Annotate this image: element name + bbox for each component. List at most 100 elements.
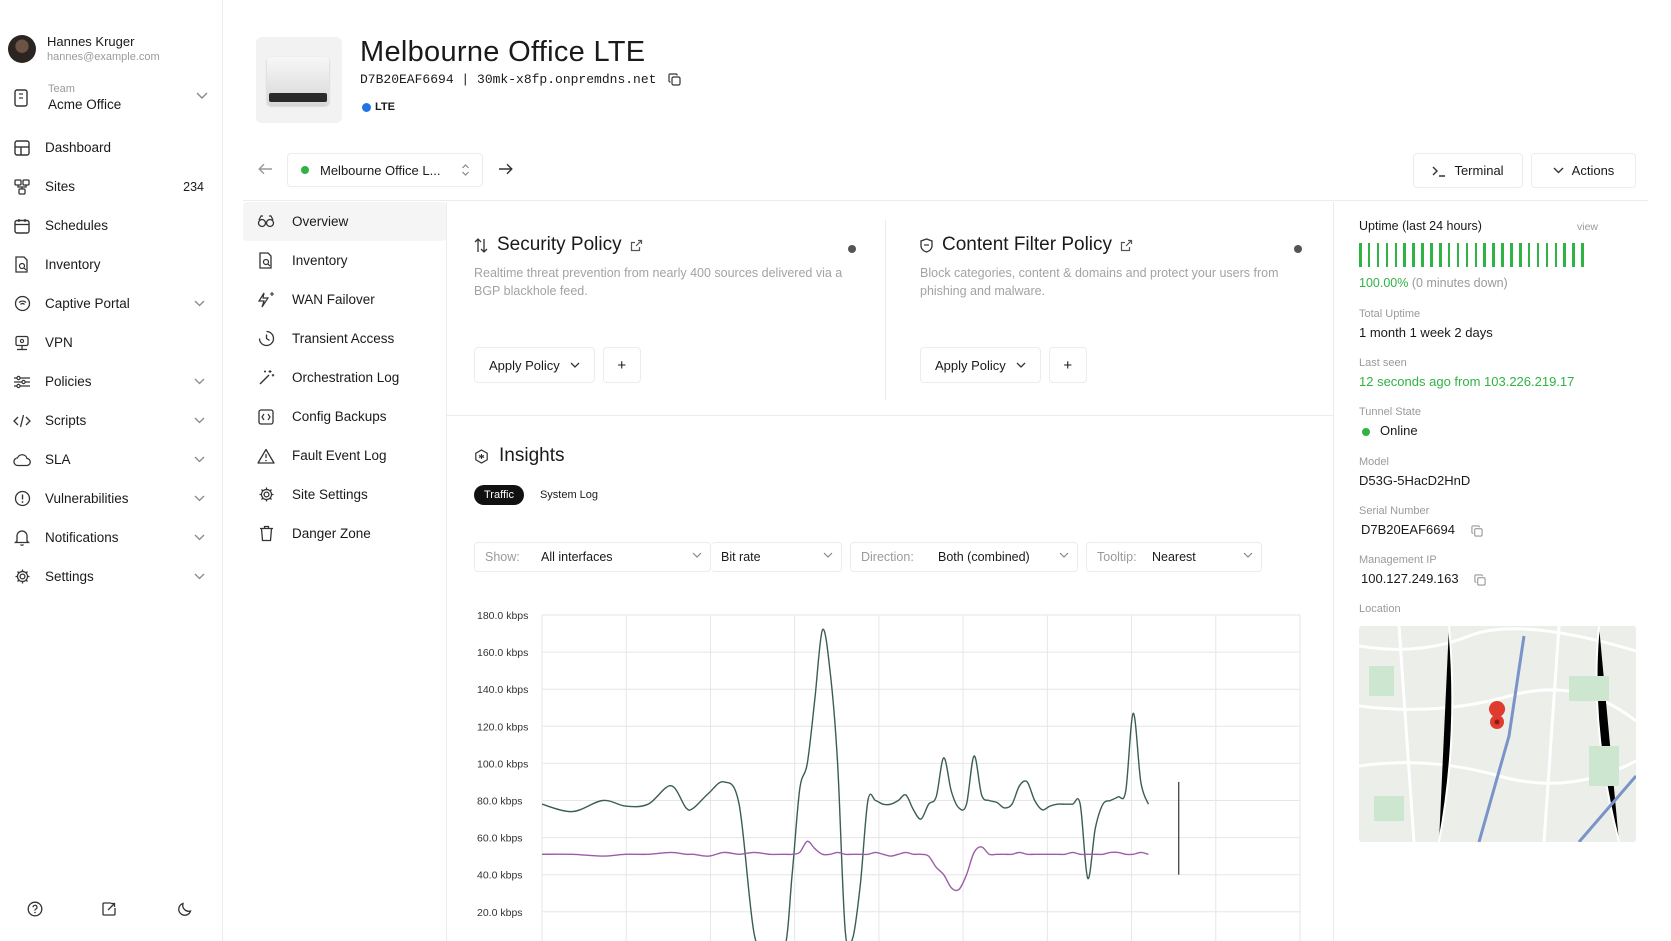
uptime-percentage: 100.00% (0 minutes down)	[1359, 276, 1508, 290]
subnav-label: Orchestration Log	[292, 370, 400, 385]
nav-label: Dashboard	[45, 140, 112, 155]
uptime-bar	[1447, 243, 1451, 267]
direction-select[interactable]: Direction: Both (combined)	[850, 542, 1078, 572]
tooltip-select[interactable]: Tooltip: Nearest	[1086, 542, 1262, 572]
subnav-orchestration-log[interactable]: Orchestration Log	[243, 358, 446, 397]
chevron-down-icon	[1016, 362, 1026, 368]
subnav-config-backups[interactable]: Config Backups	[243, 397, 446, 436]
team-switcher[interactable]: Team Acme Office	[8, 80, 214, 116]
help-icon[interactable]	[27, 901, 43, 917]
sites-icon	[12, 178, 32, 195]
y-tick-label: 180.0 kbps	[477, 610, 528, 622]
add-content-filter-policy-button[interactable]: +	[1048, 347, 1087, 383]
nav-item-schedules[interactable]: Schedules	[0, 206, 222, 245]
device-id-hostname: D7B20EAF6694 | 30mk-x8fp.onpremdns.net	[360, 72, 657, 87]
nav-label: Vulnerabilities	[45, 491, 129, 506]
subnav-wan-failover[interactable]: WAN Failover	[243, 280, 446, 319]
subnav-fault-event-log[interactable]: Fault Event Log	[243, 436, 446, 475]
series-line-1	[541, 840, 1149, 892]
copy-icon[interactable]	[668, 73, 682, 86]
subnav-danger-zone[interactable]: Danger Zone	[243, 514, 446, 553]
y-tick-label: 160.0 kbps	[477, 647, 528, 659]
last-seen-label: Last seen	[1359, 357, 1407, 369]
nav-item-policies[interactable]: Policies	[0, 362, 222, 401]
external-link-icon[interactable]	[1120, 239, 1133, 252]
divider	[243, 200, 1648, 201]
add-security-policy-button[interactable]: +	[602, 347, 641, 383]
tunnel-state-value: Online	[1359, 423, 1418, 438]
site-selector[interactable]: Melbourne Office L...	[287, 153, 483, 187]
subnav-label: Danger Zone	[292, 526, 371, 541]
nav-item-dashboard[interactable]: Dashboard	[0, 128, 222, 167]
uptime-bar	[1412, 243, 1415, 267]
user-profile[interactable]: Hannes Kruger hannes@example.com	[8, 34, 160, 64]
interface-value: All interfaces	[541, 550, 613, 564]
serial-number-text: D7B20EAF6694	[1361, 522, 1455, 537]
security-policy-title: Security Policy	[497, 234, 622, 255]
traffic-chart[interactable]: 180.0 kbps 160.0 kbps 140.0 kbps 120.0 kbps…	[474, 598, 1309, 941]
direction-label: Direction:	[861, 550, 914, 564]
copy-icon[interactable]	[1470, 524, 1483, 537]
insights-header: Insights	[474, 445, 564, 467]
team-name: Acme Office	[48, 96, 122, 112]
external-link-icon[interactable]	[101, 901, 117, 917]
terminal-button[interactable]: Terminal	[1413, 153, 1523, 188]
uptime-bar	[1519, 243, 1522, 267]
vpn-icon	[12, 335, 32, 351]
subnav-transient-access[interactable]: Transient Access	[243, 319, 446, 358]
portal-icon	[12, 295, 32, 312]
uptime-bar	[1483, 243, 1486, 267]
actions-button[interactable]: Actions	[1531, 153, 1636, 188]
subnav-inventory[interactable]: Inventory	[243, 241, 446, 280]
nav-item-captive-portal[interactable]: Captive Portal	[0, 284, 222, 323]
uptime-bar	[1439, 243, 1442, 267]
serial-number-label: Serial Number	[1359, 505, 1430, 517]
location-map[interactable]	[1359, 626, 1636, 842]
subnav-site-settings[interactable]: Site Settings	[243, 475, 446, 514]
nav-item-vpn[interactable]: VPN	[0, 323, 222, 362]
interface-select[interactable]: Show: All interfaces	[474, 542, 711, 572]
back-arrow-icon[interactable]	[258, 163, 273, 175]
chevron-updown-icon	[461, 163, 470, 177]
uptime-bar	[1394, 243, 1398, 267]
bell-icon	[12, 529, 32, 546]
apply-content-filter-policy-button[interactable]: Apply Policy	[920, 347, 1041, 383]
nav-item-scripts[interactable]: Scripts	[0, 401, 222, 440]
policy-status-dot	[848, 245, 856, 253]
wand-icon	[256, 369, 276, 386]
tab-traffic[interactable]: Traffic	[474, 485, 524, 505]
team-label: Team	[48, 82, 75, 95]
uptime-bar	[1501, 243, 1504, 267]
nav-item-inventory[interactable]: Inventory	[0, 245, 222, 284]
subnav-overview[interactable]: Overview	[243, 202, 446, 241]
wan-failover-icon	[256, 291, 276, 308]
forward-arrow-icon[interactable]	[498, 163, 513, 175]
location-label: Location	[1359, 603, 1401, 615]
nav-label: Inventory	[45, 257, 101, 272]
nav-item-sites[interactable]: Sites 234	[0, 167, 222, 206]
copy-icon[interactable]	[1474, 573, 1486, 586]
backup-icon	[256, 408, 276, 425]
nav-item-vulnerabilities[interactable]: Vulnerabilities	[0, 479, 222, 518]
connection-badge: LTE	[362, 101, 395, 113]
divider	[447, 415, 1333, 416]
policies-icon	[12, 374, 32, 390]
chevron-down-icon	[194, 573, 205, 580]
external-link-icon[interactable]	[630, 239, 643, 252]
uptime-view-link[interactable]: view	[1577, 221, 1598, 233]
management-ip-label: Management IP	[1359, 554, 1437, 566]
nav-item-sla[interactable]: SLA	[0, 440, 222, 479]
nav-item-notifications[interactable]: Notifications	[0, 518, 222, 557]
moon-icon[interactable]	[177, 901, 193, 917]
metric-select[interactable]: Bit rate	[711, 542, 842, 572]
gear-icon	[256, 486, 276, 503]
sort-arrows-icon	[474, 237, 488, 253]
y-tick-label: 20.0 kbps	[477, 907, 523, 919]
status-dot	[362, 102, 371, 112]
tab-system-log[interactable]: System Log	[530, 485, 608, 505]
divider	[446, 202, 447, 941]
chevron-down-icon	[692, 552, 702, 558]
total-uptime-label: Total Uptime	[1359, 308, 1421, 320]
nav-item-settings[interactable]: Settings	[0, 557, 222, 596]
apply-security-policy-button[interactable]: Apply Policy	[474, 347, 595, 383]
